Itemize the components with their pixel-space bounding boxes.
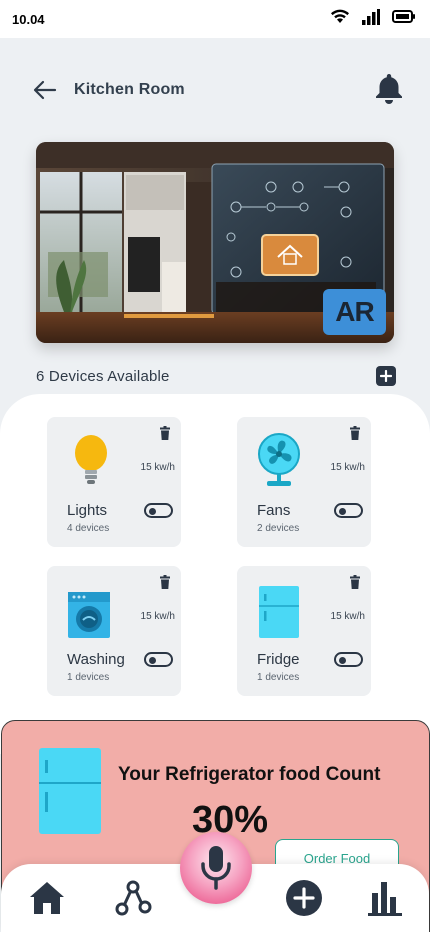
microphone-icon: [201, 846, 231, 890]
device-toggle[interactable]: [334, 652, 363, 667]
battery-icon: [392, 10, 416, 28]
device-name: Fridge: [257, 651, 300, 668]
device-card-fridge[interactable]: 15 kw/h Fridge 1 devices: [237, 566, 371, 696]
wifi-icon: [330, 9, 350, 29]
nav-stats[interactable]: [365, 878, 405, 918]
status-bar: 10.04: [0, 0, 430, 38]
device-name: Fans: [257, 502, 291, 519]
device-card-fans[interactable]: 15 kw/h Fans 2 devices: [237, 417, 371, 547]
add-device-button[interactable]: [376, 366, 396, 386]
arrow-left-icon: [33, 80, 57, 100]
banner-title: Your Refrigerator food Count: [118, 764, 381, 785]
share-nodes-icon: [115, 880, 152, 916]
voice-button[interactable]: [180, 832, 252, 904]
power-usage: 15 kw/h: [140, 611, 175, 622]
home-icon: [30, 882, 64, 914]
trash-icon[interactable]: [159, 426, 171, 440]
device-toggle[interactable]: [144, 652, 173, 667]
fridge-icon: [39, 748, 101, 834]
device-toggle[interactable]: [144, 503, 173, 518]
bulb-icon: [75, 435, 107, 484]
trash-icon[interactable]: [349, 426, 361, 440]
bar-chart-icon: [368, 882, 402, 916]
device-count: 1 devices: [257, 672, 300, 683]
back-button[interactable]: [32, 77, 58, 103]
header: Kitchen Room: [32, 74, 406, 106]
power-usage: 15 kw/h: [330, 462, 365, 473]
notification-button[interactable]: [372, 71, 406, 105]
status-icons: [330, 8, 416, 30]
device-count: 4 devices: [67, 523, 110, 534]
devices-count-title: 6 Devices Available: [36, 367, 170, 385]
device-count: 2 devices: [257, 523, 300, 534]
add-circle-icon: [286, 880, 322, 916]
fridge-icon: [259, 586, 299, 638]
device-count: 1 devices: [67, 672, 110, 683]
page-title: Kitchen Room: [74, 81, 185, 98]
kitchen-image: AR: [36, 142, 394, 343]
fan-icon: [258, 433, 300, 486]
devices-header: 6 Devices Available: [36, 362, 396, 390]
power-usage: 15 kw/h: [140, 462, 175, 473]
nav-home[interactable]: [27, 878, 67, 918]
devices-panel: 15 kw/h Lights 4 devices 15 kw/h Fans 2 …: [0, 394, 430, 754]
plus-icon: [380, 370, 392, 382]
device-card-washing[interactable]: 15 kw/h Washing 1 devices: [47, 566, 181, 696]
device-card-lights[interactable]: 15 kw/h Lights 4 devices: [47, 417, 181, 547]
nav-connections[interactable]: [113, 878, 153, 918]
device-toggle[interactable]: [334, 503, 363, 518]
nav-add[interactable]: [284, 878, 324, 918]
washing-machine-icon: [68, 592, 110, 638]
trash-icon[interactable]: [159, 575, 171, 589]
device-name: Washing: [67, 651, 125, 668]
status-time: 10.04: [12, 11, 45, 27]
bell-icon: [376, 74, 402, 104]
signal-icon: [362, 8, 380, 30]
trash-icon[interactable]: [349, 575, 361, 589]
ar-button[interactable]: AR: [323, 289, 386, 335]
power-usage: 15 kw/h: [330, 611, 365, 622]
device-name: Lights: [67, 502, 108, 519]
